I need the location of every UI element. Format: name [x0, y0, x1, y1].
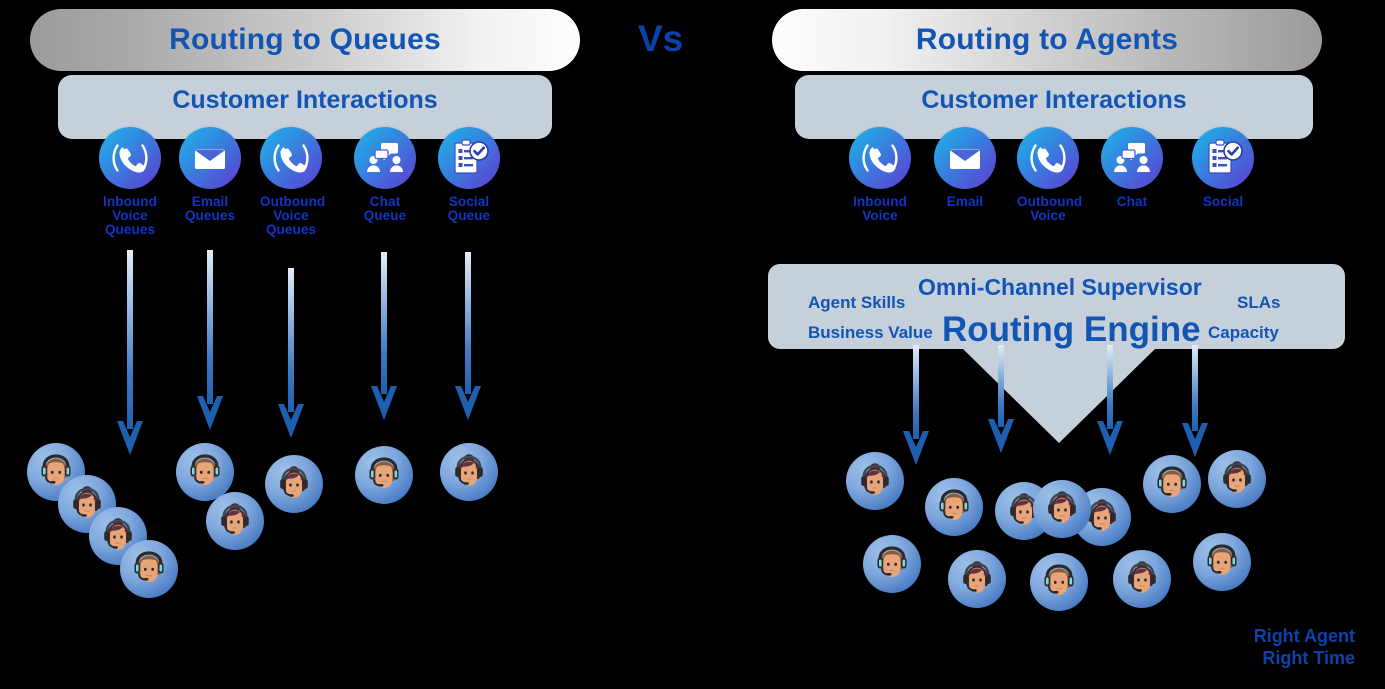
channel-social[interactable]: Social Queue — [438, 127, 500, 223]
outbound-call-icon — [260, 127, 322, 189]
right-agent-11[interactable] — [1193, 533, 1251, 591]
channel-chat[interactable]: Chat — [1101, 127, 1163, 209]
queue-arrow-4 — [371, 252, 397, 420]
right-title-text: Routing to Agents — [915, 23, 1179, 56]
routing-arrow-4 — [1182, 345, 1208, 457]
routing-arrow-1 — [903, 345, 929, 465]
right-agent-6[interactable] — [1208, 450, 1266, 508]
right-agent-7[interactable] — [863, 535, 921, 593]
outbound-call-icon — [1017, 127, 1079, 189]
social-icon — [438, 127, 500, 189]
channel-label: Inbound Voice Queues — [103, 194, 157, 237]
routing-engine-label: Routing Engine — [942, 310, 1201, 349]
right-agent-1[interactable] — [846, 452, 904, 510]
channel-label: Social — [1202, 194, 1244, 209]
left-title-text: Routing to Queues — [169, 23, 441, 56]
right-agent-5[interactable] — [1143, 455, 1201, 513]
chat-icon — [1101, 127, 1163, 189]
channel-label: Social Queue — [447, 194, 491, 223]
slas-label: SLAs — [1237, 293, 1281, 312]
channel-social[interactable]: Social — [1192, 127, 1254, 209]
omni-channel-supervisor-label: Omni-Channel Supervisor — [918, 274, 1202, 300]
channel-label: Outbound Voice — [1017, 194, 1083, 223]
channel-label: Chat — [1116, 194, 1148, 209]
channel-outbound-call[interactable]: Outbound Voice — [1017, 127, 1083, 223]
outcome-line-1: Right Agent — [1253, 626, 1355, 646]
queue-arrow-5 — [455, 252, 481, 420]
vs-label: Vs — [638, 18, 684, 59]
capacity-label: Capacity — [1208, 323, 1279, 342]
queue-arrow-3 — [278, 268, 304, 438]
left-title-pill: Routing to Queues — [30, 9, 580, 71]
routing-arrow-3 — [1097, 345, 1123, 455]
social-icon — [1192, 127, 1254, 189]
outcome-line-2: Right Time — [1262, 648, 1355, 668]
left-agent-8[interactable] — [355, 446, 413, 504]
right-panel-title: Customer Interactions — [921, 86, 1187, 114]
channel-email[interactable]: Email Queues — [179, 127, 241, 223]
channel-chat[interactable]: Chat Queue — [354, 127, 416, 223]
right-agent-2[interactable] — [925, 478, 983, 536]
queue-arrow-1 — [117, 250, 143, 455]
left-agent-5[interactable] — [176, 443, 234, 501]
inbound-call-icon — [849, 127, 911, 189]
left-agent-6[interactable] — [206, 492, 264, 550]
outcome-text: Right Agent Right Time — [1254, 625, 1355, 669]
inbound-call-icon — [99, 127, 161, 189]
right-agent-9[interactable] — [1030, 553, 1088, 611]
routing-arrow-2 — [988, 345, 1014, 453]
left-agent-7[interactable] — [265, 455, 323, 513]
left-panel-title: Customer Interactions — [172, 86, 438, 114]
agent-skills-label: Agent Skills — [808, 293, 906, 312]
channel-label: Email — [946, 194, 984, 209]
right-agent-8[interactable] — [948, 550, 1006, 608]
email-icon — [934, 127, 996, 189]
email-icon — [179, 127, 241, 189]
channel-email[interactable]: Email — [934, 127, 996, 209]
channel-inbound-call[interactable]: Inbound Voice — [849, 127, 911, 223]
right-agent-10[interactable] — [1113, 550, 1171, 608]
channel-label: Chat Queue — [363, 194, 407, 223]
left-agent-4[interactable] — [120, 540, 178, 598]
channel-label: Email Queues — [184, 194, 236, 223]
right-title-pill: Routing to Agents — [772, 9, 1322, 71]
left-agent-9[interactable] — [440, 443, 498, 501]
channel-outbound-call[interactable]: Outbound Voice Queues — [260, 127, 326, 237]
chat-icon — [354, 127, 416, 189]
queue-arrow-2 — [197, 250, 223, 430]
right-agent-12[interactable] — [1033, 480, 1091, 538]
channel-label: Inbound Voice — [853, 194, 907, 223]
channel-label: Outbound Voice Queues — [260, 194, 326, 237]
business-value-label: Business Value — [808, 323, 933, 342]
channel-inbound-call[interactable]: Inbound Voice Queues — [99, 127, 161, 237]
diagram-canvas: Routing to Queues Vs Routing to Agents C… — [0, 0, 1385, 689]
